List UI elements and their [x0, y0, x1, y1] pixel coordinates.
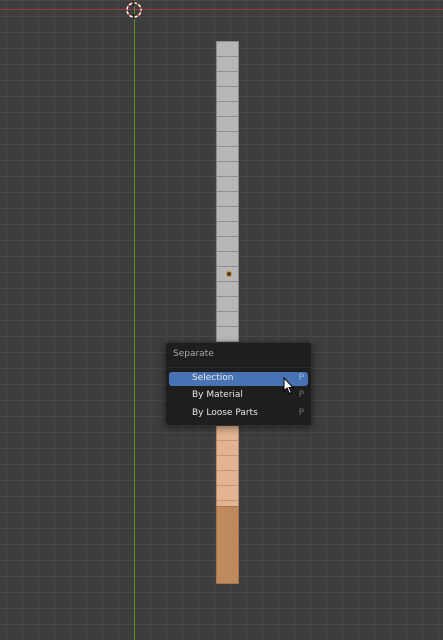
menu-item-by-loose-parts[interactable]: By Loose Parts P [169, 407, 308, 421]
menu-item-shortcut: P [298, 408, 304, 418]
menu-item-label: By Material [192, 390, 243, 400]
menu-item-shortcut: P [298, 390, 304, 400]
menu-item-label: Selection [192, 373, 234, 383]
y-axis-line [134, 0, 135, 640]
mesh-selected-face-large[interactable] [216, 506, 239, 584]
menu-item-shortcut: P [298, 373, 304, 383]
3d-cursor-icon[interactable] [124, 0, 144, 20]
x-axis-line [0, 9, 443, 10]
3d-viewport[interactable]: Separate Selection P By Material P By Lo… [0, 0, 443, 640]
mouse-pointer-icon [283, 377, 295, 395]
menu-title: Separate [173, 349, 214, 359]
menu-divider [166, 367, 311, 368]
mesh-selected-faces[interactable] [216, 425, 239, 507]
menu-item-label: By Loose Parts [192, 408, 258, 418]
object-origin-icon [226, 271, 232, 277]
mesh-unselected-part[interactable] [216, 41, 239, 343]
